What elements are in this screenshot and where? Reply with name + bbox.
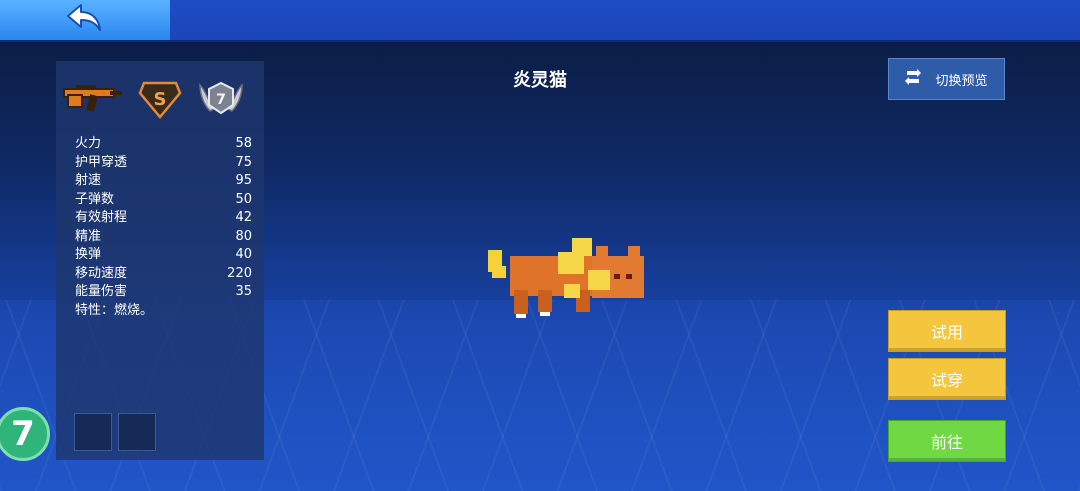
- rifle-icon: [62, 77, 124, 121]
- stat-value: 80: [235, 228, 252, 244]
- try-use-button[interactable]: 试用: [888, 310, 1006, 352]
- stat-row: 换弹 40: [75, 246, 252, 265]
- stat-value: 95: [235, 173, 252, 188]
- stat-row: 火力 58: [75, 135, 252, 154]
- attachment-slot[interactable]: [118, 413, 156, 451]
- stat-row: 移动速度 220: [75, 265, 252, 284]
- stat-value: 50: [235, 191, 252, 207]
- rarity-badge: S: [138, 79, 182, 123]
- stat-row: 能量伤害 35: [75, 283, 252, 302]
- stat-value: 40: [235, 247, 252, 262]
- switch-preview-button[interactable]: 切换预览: [888, 58, 1005, 100]
- stat-label: 火力: [75, 136, 102, 151]
- stat-label: 射速: [75, 173, 102, 188]
- trait-text: 特性：燃烧。: [75, 302, 154, 318]
- back-arrow-icon: [65, 2, 105, 38]
- stat-row: 子弹数 50: [75, 191, 252, 210]
- stat-row: 有效射程 42: [75, 209, 252, 228]
- swap-icon: [905, 69, 922, 89]
- stat-label: 有效射程: [75, 210, 128, 225]
- back-button[interactable]: [0, 0, 170, 40]
- stat-row: 射速 95: [75, 172, 252, 191]
- stat-label: 精准: [75, 228, 102, 244]
- weapon-model-preview: [480, 232, 650, 322]
- attachment-slot[interactable]: [74, 413, 112, 451]
- stat-label: 换弹: [75, 247, 102, 262]
- stat-value: 35: [235, 284, 252, 299]
- weapon-icons-row: S 7: [62, 77, 258, 125]
- weapon-name: 炎灵猫: [513, 70, 567, 91]
- stat-value: 58: [235, 136, 252, 151]
- stat-row: 护甲穿透 75: [75, 154, 252, 173]
- stat-row: 精准 80: [75, 228, 252, 247]
- stat-value: 220: [227, 265, 252, 281]
- stat-label: 子弹数: [75, 191, 115, 207]
- weapon-stats-panel: S 7 火力 58 护甲穿透 75 射速 95 子弹数 50 有效射程 42 精准 80 换…: [56, 61, 264, 460]
- stat-value: 42: [235, 210, 252, 225]
- level-number: 7: [216, 92, 226, 108]
- switch-preview-label: 切换预览: [935, 73, 988, 89]
- stats-list: 火力 58 护甲穿透 75 射速 95 子弹数 50 有效射程 42 精准 80 换弹 40 …: [75, 135, 252, 320]
- stat-label: 能量伤害: [75, 284, 128, 299]
- go-button[interactable]: 前往: [888, 420, 1006, 462]
- try-wear-button[interactable]: 试穿: [888, 358, 1006, 400]
- level-wings-icon: 7: [196, 77, 246, 123]
- stat-value: 75: [235, 154, 252, 170]
- stat-label: 护甲穿透: [75, 154, 128, 170]
- rarity-letter: S: [154, 89, 167, 110]
- stat-label: 移动速度: [75, 265, 128, 281]
